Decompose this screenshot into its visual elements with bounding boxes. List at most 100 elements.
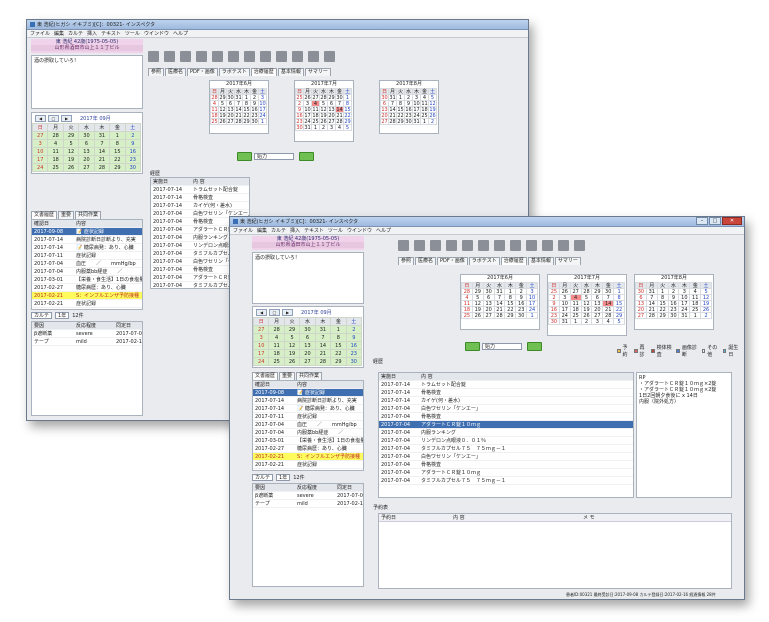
table-row[interactable]: 2017-07-04 骨格検査 <box>379 461 633 469</box>
prev-month-button[interactable]: ◀ <box>35 114 46 122</box>
tab-history[interactable]: 治療履歴 <box>500 257 527 265</box>
calendar-day[interactable]: 26 <box>283 357 301 366</box>
list-item[interactable]: 2017-07-04 血圧 ／ mmHg/bp <box>32 260 142 268</box>
list-item[interactable]: 2017-07-11 症状記録 <box>253 413 363 421</box>
menu-edit[interactable]: 編集 <box>54 30 64 37</box>
table-row[interactable]: 2017-07-14 カイゲ(何・差水) <box>379 397 633 405</box>
calendar-day[interactable]: 25 <box>47 163 64 172</box>
menu-insert[interactable]: 挿入 <box>87 30 97 37</box>
menu-file[interactable]: ファイル <box>30 30 50 37</box>
tab-lab[interactable]: ラボテスト <box>468 257 500 265</box>
list-item[interactable]: 2017-02-21 S：インフルエンザ予防接種 <box>253 453 363 461</box>
paste-icon[interactable] <box>526 240 537 251</box>
table-row[interactable]: β遮断薬 severe 2017-07-05 <box>253 492 363 500</box>
forward-arrow-button[interactable] <box>299 151 314 161</box>
table-row[interactable]: 2017-07-14 トラムセット配合錠 <box>379 381 633 389</box>
calendar-day[interactable]: 25 <box>268 357 285 366</box>
menu-window[interactable]: ウインドウ <box>144 30 169 37</box>
calendar-day[interactable]: 28 <box>314 357 332 366</box>
calendar-day[interactable]: 30 <box>345 357 362 366</box>
table-row[interactable]: β遮断薬 severe 2017-07-05 <box>32 330 142 338</box>
cut-icon[interactable] <box>244 51 255 62</box>
list-item[interactable]: 2017-07-04 血圧 ／ mmHg/bp <box>253 421 363 429</box>
forward-arrow-button[interactable] <box>527 341 542 351</box>
calendar-day[interactable]: 2 <box>428 118 437 125</box>
list-item[interactable]: 2017-03-01 【栄養・食生活】1日の食塩量 <box>253 437 363 445</box>
calendar-day[interactable]: 29 <box>109 163 126 172</box>
list-item[interactable]: 2017-09-08 📝 症状記録 <box>32 228 142 236</box>
list-item[interactable]: 2017-02-21 S：インフルエンザ予防接種 <box>32 292 142 300</box>
list-item[interactable]: 2017-03-01 【栄養・食生活】1日の食塩量 <box>32 276 142 284</box>
tab-pdf[interactable]: PDF・画像 <box>187 68 218 76</box>
period-select[interactable]: 1年 <box>276 474 291 481</box>
list-item[interactable]: 2017-02-21 症状記録 <box>253 461 363 469</box>
calendar-day[interactable]: 26 <box>62 163 80 172</box>
tab-ref[interactable]: 参照 <box>148 68 165 76</box>
save-icon[interactable] <box>180 51 191 62</box>
calendar-day[interactable]: 29 <box>330 357 347 366</box>
minimize-icon[interactable]: – <box>696 217 708 225</box>
table-row[interactable]: 2017-07-04 内服ランキング <box>379 429 633 437</box>
list-icon[interactable] <box>558 240 569 251</box>
list-item[interactable]: 2017-07-14 📝 糖尿病発：あり、心臓 <box>253 405 363 413</box>
table-row[interactable]: 2017-07-14 骨格検査 <box>151 194 249 202</box>
grid-icon[interactable] <box>324 51 335 62</box>
calendar-day[interactable]: 1 <box>526 312 538 319</box>
calendar-day[interactable]: 24 <box>32 163 49 172</box>
table-row[interactable]: 2017-07-04 アダラートＣＲ錠１０ｍｇ <box>379 469 633 477</box>
tab-shared[interactable]: 共同作業 <box>296 372 323 380</box>
list-item[interactable]: 2017-07-14 病院診断日診断より、充実 <box>253 397 363 405</box>
tab-doc-history[interactable]: 文書履歴 <box>252 372 279 380</box>
next-month-button[interactable]: ▶ <box>282 308 293 316</box>
redo-icon[interactable] <box>478 240 489 251</box>
grid-icon[interactable] <box>574 240 585 251</box>
maximize-icon[interactable]: □ <box>709 217 721 225</box>
table-row[interactable]: 2017-07-04 白色ワセリン「ケンエー」 <box>379 405 633 413</box>
table-row[interactable]: テープ mild 2017-02-16 <box>32 338 142 346</box>
close-icon[interactable]: ✕ <box>722 217 742 225</box>
doc-icon[interactable] <box>542 240 553 251</box>
table-row[interactable]: テープ mild 2017-02-16 <box>253 500 363 508</box>
patient-memo[interactable]: 酒の摂取していろ！ <box>31 55 143 109</box>
patient-memo[interactable]: 酒の摂取していろ！ <box>252 252 364 304</box>
menu-insert[interactable]: 挿入 <box>290 227 300 234</box>
menu-edit[interactable]: 編集 <box>257 227 267 234</box>
calendar-day[interactable]: 5 <box>613 318 625 325</box>
print-icon[interactable] <box>196 51 207 62</box>
table-row[interactable]: 2017-07-14 トラムセット配合錠 <box>151 186 249 194</box>
calendar-day[interactable]: 5 <box>343 124 352 131</box>
tab-important[interactable]: 重要 <box>58 211 75 219</box>
table-row[interactable]: 2017-07-04 タミフルカプセル７５ ７５ｍｇ－１ <box>379 477 633 485</box>
tab-important[interactable]: 重要 <box>279 372 296 380</box>
menu-karte[interactable]: カルテ <box>271 227 286 234</box>
next-month-button[interactable]: ▶ <box>61 114 72 122</box>
current-month-button[interactable]: □ <box>48 114 59 122</box>
list-item[interactable]: 2017-07-11 症状記録 <box>32 252 142 260</box>
table-row[interactable]: 2017-07-14 カイゲ(何・差水) <box>151 202 249 210</box>
calendar-day[interactable]: 27 <box>299 357 316 366</box>
tab-basic[interactable]: 基本情報 <box>527 257 554 265</box>
menu-text[interactable]: テキスト <box>304 227 324 234</box>
redo-icon[interactable] <box>228 51 239 62</box>
copy-icon[interactable] <box>260 51 271 62</box>
table-row[interactable]: 2017-07-04 アダラートＣＲ錠１０ｍｇ <box>379 421 633 429</box>
copy-icon[interactable] <box>510 240 521 251</box>
list-item[interactable]: 2017-02-27 糖尿病歴：あり、心臓 <box>253 445 363 453</box>
list-item[interactable]: 2017-02-27 糖尿病歴：あり、心臓 <box>32 284 142 292</box>
karte-select[interactable]: カルテ <box>31 312 53 319</box>
list-item[interactable]: 2017-07-14 📝 糖尿病発：あり、心臓 <box>32 244 142 252</box>
new-icon[interactable] <box>148 51 159 62</box>
list-item[interactable]: 2017-07-04 内服薬bb経症 ／ <box>32 268 142 276</box>
calendar-day[interactable]: 1 <box>258 118 267 125</box>
paste-icon[interactable] <box>276 51 287 62</box>
list-item[interactable]: 2017-07-04 内服薬bb経症 ／ <box>253 429 363 437</box>
list-item[interactable]: 2017-02-21 症状記録 <box>32 300 142 308</box>
tab-ref[interactable]: 参照 <box>398 257 415 265</box>
tab-summary[interactable]: サマリー <box>554 257 581 265</box>
tab-summary[interactable]: サマリー <box>304 68 331 76</box>
calendar-day[interactable]: 2 <box>700 312 712 319</box>
tab-doc-history[interactable]: 文書履歴 <box>31 211 58 219</box>
menu-karte[interactable]: カルテ <box>68 30 83 37</box>
period-dropdown[interactable]: 始力 <box>482 342 522 350</box>
back-arrow-button[interactable] <box>237 151 252 161</box>
